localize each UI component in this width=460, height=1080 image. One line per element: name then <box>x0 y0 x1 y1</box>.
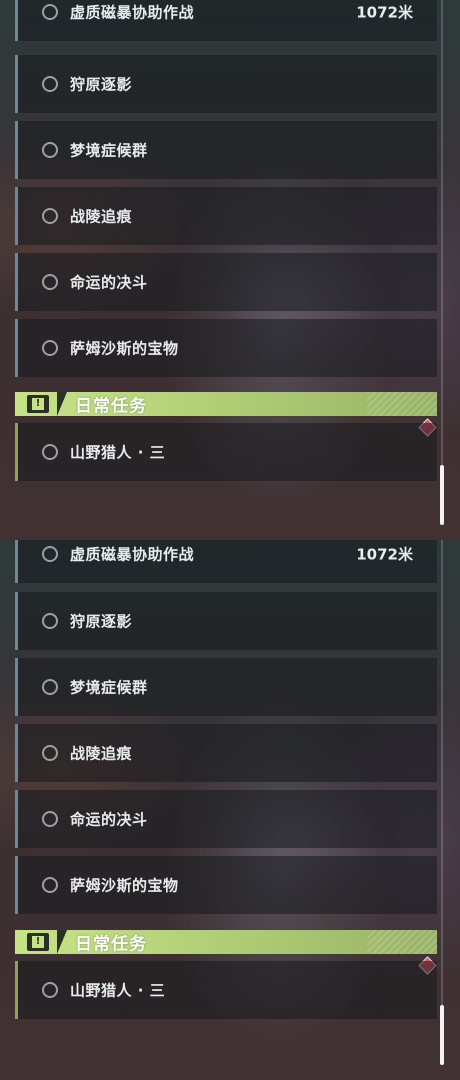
quest-distance: 1072米 <box>356 3 413 22</box>
quest-status-circle-icon <box>42 613 58 629</box>
daily-quest-title: 日常任务 <box>75 934 147 955</box>
quest-item[interactable]: 战陵追痕 <box>15 187 437 245</box>
quest-name: 萨姆沙斯的宝物 <box>70 339 179 358</box>
daily-quest-header[interactable]: ! 日常任务 <box>15 392 437 417</box>
quest-list-panel: 虚质磁暴协助作战 1072米 狩原逐影 梦境症候群 战陵追痕 命运的决斗 萨姆沙… <box>0 540 460 1080</box>
quest-status-circle-icon <box>42 340 58 356</box>
daily-quest-item[interactable]: 山野猎人 · 三 <box>15 961 437 1019</box>
scrollbar-track[interactable] <box>441 540 443 1065</box>
quest-name: 狩原逐影 <box>70 612 133 631</box>
quest-name: 命运的决斗 <box>70 273 148 292</box>
exclamation-icon: ! <box>27 933 49 951</box>
quest-status-circle-icon <box>42 982 58 998</box>
quest-item[interactable]: 命运的决斗 <box>15 790 437 848</box>
quest-list-panel: 虚质磁暴协助作战 1072米 狩原逐影 梦境症候群 战陵追痕 命运的决斗 萨姆沙… <box>0 0 460 540</box>
quest-status-circle-icon <box>42 444 58 460</box>
quest-status-circle-icon <box>42 142 58 158</box>
quest-item[interactable]: 萨姆沙斯的宝物 <box>15 319 437 377</box>
quest-name: 战陵追痕 <box>70 744 133 763</box>
daily-quest-header[interactable]: ! 日常任务 <box>15 930 437 955</box>
quest-item[interactable]: 狩原逐影 <box>15 55 437 113</box>
quest-item[interactable]: 战陵追痕 <box>15 724 437 782</box>
quest-item[interactable]: 命运的决斗 <box>15 253 437 311</box>
header-stripes <box>367 930 437 954</box>
quest-name: 虚质磁暴协助作战 <box>70 3 195 22</box>
quest-item[interactable]: 虚质磁暴协助作战 1072米 <box>15 540 437 583</box>
quest-name: 萨姆沙斯的宝物 <box>70 876 179 895</box>
scrollbar-track[interactable] <box>441 0 443 525</box>
quest-name: 山野猎人 · 三 <box>70 443 166 462</box>
quest-distance: 1072米 <box>356 545 413 564</box>
quest-status-circle-icon <box>42 877 58 893</box>
quest-status-circle-icon <box>42 745 58 761</box>
quest-item[interactable]: 狩原逐影 <box>15 592 437 650</box>
quest-name: 虚质磁暴协助作战 <box>70 545 195 564</box>
quest-status-circle-icon <box>42 546 58 562</box>
quest-item[interactable]: 虚质磁暴协助作战 1072米 <box>15 0 437 41</box>
quest-status-circle-icon <box>42 4 58 20</box>
quest-status-circle-icon <box>42 274 58 290</box>
quest-status-circle-icon <box>42 811 58 827</box>
header-divider <box>57 930 67 954</box>
quest-name: 梦境症候群 <box>70 678 148 697</box>
quest-name: 梦境症候群 <box>70 141 148 160</box>
scrollbar-thumb[interactable] <box>440 1005 444 1065</box>
quest-name: 命运的决斗 <box>70 810 148 829</box>
quest-status-circle-icon <box>42 76 58 92</box>
header-stripes <box>367 392 437 416</box>
scrollbar-thumb[interactable] <box>440 465 444 525</box>
daily-quest-title: 日常任务 <box>75 396 147 417</box>
quest-item[interactable]: 梦境症候群 <box>15 121 437 179</box>
quest-item[interactable]: 萨姆沙斯的宝物 <box>15 856 437 914</box>
quest-item[interactable]: 梦境症候群 <box>15 658 437 716</box>
header-divider <box>57 392 67 416</box>
quest-name: 山野猎人 · 三 <box>70 981 166 1000</box>
daily-quest-item[interactable]: 山野猎人 · 三 <box>15 423 437 481</box>
quest-name: 战陵追痕 <box>70 207 133 226</box>
quest-status-circle-icon <box>42 679 58 695</box>
quest-status-circle-icon <box>42 208 58 224</box>
quest-name: 狩原逐影 <box>70 75 133 94</box>
exclamation-icon: ! <box>27 395 49 413</box>
